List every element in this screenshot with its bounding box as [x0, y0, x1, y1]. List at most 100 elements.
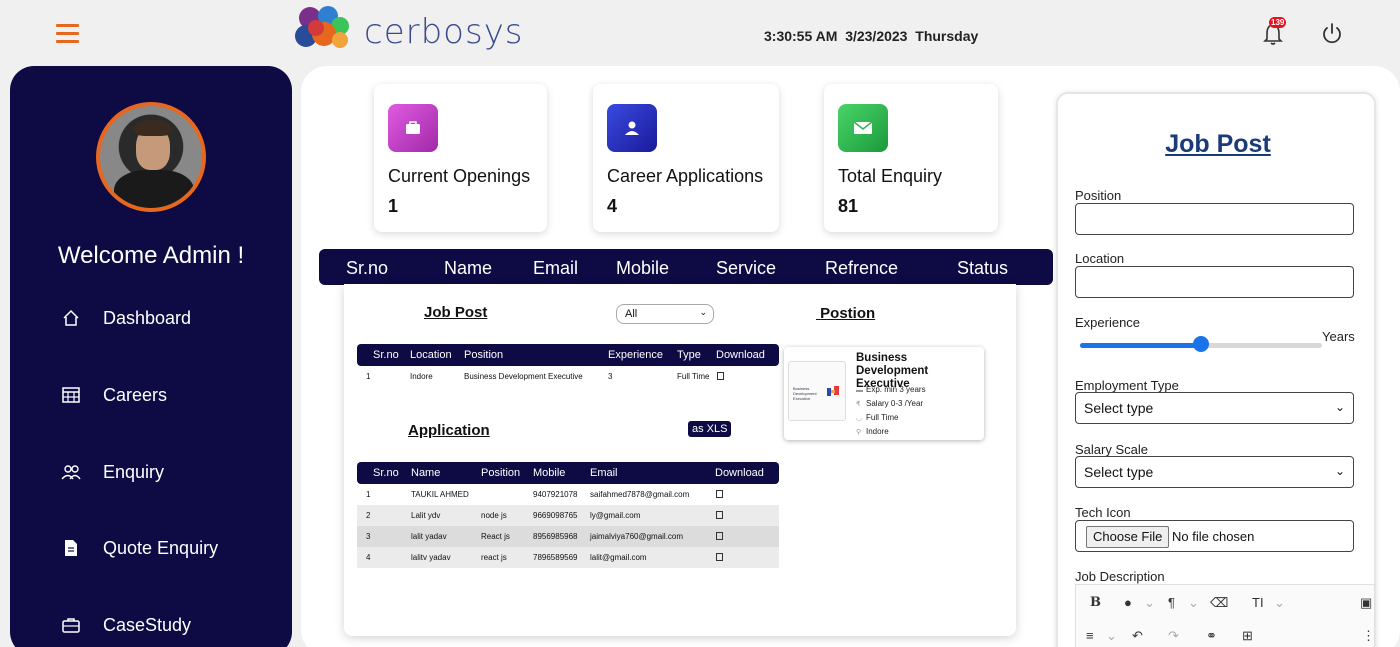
slider-thumb[interactable]: [1193, 336, 1209, 352]
thumbnail-text: Business Development Executive: [793, 386, 817, 401]
sidebar: Welcome Admin ! Dashboard Careers Enquir…: [10, 66, 292, 647]
table-icon: [60, 384, 82, 406]
chevron-down-icon[interactable]: ⌄: [1106, 628, 1117, 644]
stat-value: 4: [607, 196, 618, 216]
align-icon[interactable]: ≡: [1086, 628, 1094, 643]
column-header: Download: [715, 467, 764, 479]
cell-mobile: 8956985968: [533, 532, 578, 541]
job-post-form: Job Post Position Location Experience Ye…: [1056, 92, 1376, 647]
link-icon[interactable]: ⚭: [1206, 628, 1217, 644]
mail-icon: [838, 104, 888, 152]
position-input[interactable]: [1075, 203, 1354, 235]
column-header[interactable]: Mobile: [616, 258, 669, 279]
table-row[interactable]: 4 lalitv yadav react js 7896589569 lalit…: [357, 547, 779, 568]
table-row[interactable]: 1 TAUKIL AHMED 9407921078 saifahmed7878@…: [357, 484, 779, 505]
position-label: Position: [1075, 188, 1122, 203]
text-color-icon[interactable]: ●: [1124, 595, 1132, 610]
cell-position: react js: [481, 553, 507, 562]
bold-icon[interactable]: B: [1090, 595, 1101, 610]
download-icon[interactable]: [716, 511, 723, 519]
export-xls-button[interactable]: as XLS: [688, 421, 732, 437]
paragraph-icon[interactable]: ¶: [1168, 595, 1175, 610]
cell-position: node js: [481, 511, 507, 520]
sidebar-item-casestudy[interactable]: CaseStudy: [60, 610, 191, 640]
cell-location: Indore: [410, 372, 433, 381]
column-header[interactable]: Status: [957, 258, 1008, 279]
column-header[interactable]: Email: [533, 258, 578, 279]
tech-icon-file-input[interactable]: Choose File No file chosen: [1075, 520, 1354, 552]
column-header[interactable]: Sr.no: [346, 258, 388, 279]
table-row[interactable]: 2 Lalit ydv node js 9669098765 ly@gmail.…: [357, 505, 779, 526]
slider-fill: [1080, 343, 1201, 348]
sidebar-item-label: Careers: [103, 384, 168, 405]
home-icon: [60, 307, 82, 329]
avatar[interactable]: [96, 102, 206, 212]
type-text: Full Time: [866, 413, 899, 422]
column-header: Experience: [608, 349, 664, 361]
table-row[interactable]: 1 Indore Business Development Executive …: [357, 366, 779, 387]
column-header[interactable]: Name: [444, 258, 492, 279]
cell-name: Lalit ydv: [411, 511, 441, 520]
stat-label: Total Enquiry: [838, 166, 943, 186]
position-section-title[interactable]: Postion: [816, 305, 875, 322]
cell-name: lalit yadav: [411, 532, 447, 541]
column-header[interactable]: Refrence: [825, 258, 898, 279]
choose-file-button[interactable]: Choose File: [1086, 526, 1170, 548]
clock-time: 3:30:55 AM: [764, 28, 838, 44]
stat-card-applications[interactable]: Career Applications 4: [593, 84, 779, 232]
more-options-icon[interactable]: ⋮: [1362, 628, 1375, 644]
column-header[interactable]: Service: [716, 258, 776, 279]
rupee-icon: ₹: [856, 401, 861, 408]
chevron-down-icon[interactable]: ⌄: [1274, 595, 1285, 611]
column-header: Sr.no: [373, 467, 399, 479]
stat-value: 81: [838, 196, 859, 216]
user-icon: [607, 104, 657, 152]
position-thumbnail: Business Development Executive: [788, 361, 846, 421]
download-icon[interactable]: [716, 553, 723, 561]
stat-card-enquiry[interactable]: Total Enquiry 81: [824, 84, 998, 232]
download-icon[interactable]: [716, 532, 723, 540]
table-row[interactable]: 3 lalit yadav React js 8956985968 jaimal…: [357, 526, 779, 547]
chevron-down-icon[interactable]: ⌄: [1188, 595, 1199, 611]
chevron-down-icon[interactable]: ⌄: [1144, 595, 1155, 611]
salary-scale-select[interactable]: Select type ⌄: [1075, 456, 1354, 488]
download-icon[interactable]: [717, 372, 724, 380]
cell-name: lalitv yadav: [411, 553, 451, 562]
stat-label: Career Applications: [607, 166, 764, 186]
download-icon[interactable]: [716, 490, 723, 498]
location-input[interactable]: [1075, 266, 1354, 298]
application-section-title[interactable]: Application: [408, 422, 490, 439]
position-title-text: Postion: [820, 305, 876, 322]
column-header: Sr.no: [373, 349, 399, 361]
job-post-section-title[interactable]: Job Post: [424, 304, 487, 321]
briefcase-icon: [388, 104, 438, 152]
power-icon[interactable]: [1320, 22, 1344, 46]
sidebar-item-enquiry[interactable]: Enquiry: [60, 457, 164, 487]
table-icon[interactable]: ⊞: [1242, 628, 1253, 644]
undo-icon[interactable]: ↶: [1132, 628, 1143, 644]
chevron-down-icon: ⌄: [1334, 400, 1345, 414]
cell-sr: 1: [366, 490, 371, 499]
brand-logo[interactable]: cerbosys: [292, 4, 532, 54]
select-value: Select type: [1084, 464, 1154, 480]
sidebar-item-quote-enquiry[interactable]: Quote Enquiry: [60, 533, 218, 563]
employment-type-select[interactable]: Select type ⌄: [1075, 392, 1354, 424]
cell-mobile: 9407921078: [533, 490, 578, 499]
eraser-icon[interactable]: ⌫: [1210, 595, 1228, 611]
position-card[interactable]: Business Development Executive Business …: [784, 347, 984, 440]
chevron-down-icon: ⌄: [699, 307, 707, 317]
redo-icon[interactable]: ↷: [1168, 628, 1179, 644]
image-icon[interactable]: ▣: [1360, 595, 1372, 611]
filter-select[interactable]: All ⌄: [616, 304, 714, 324]
cell-sr: 4: [366, 553, 371, 562]
experience-unit: Years: [1322, 329, 1355, 344]
text-size-icon[interactable]: TI: [1252, 595, 1264, 610]
top-bar: cerbosys 3:30:55 AM 3/23/2023 Thursday 1…: [0, 0, 1400, 66]
menu-icon[interactable]: [56, 24, 79, 44]
stat-label: Current Openings: [388, 166, 531, 186]
sidebar-item-dashboard[interactable]: Dashboard: [60, 303, 191, 333]
stat-card-openings[interactable]: Current Openings 1: [374, 84, 547, 232]
form-title[interactable]: Job Post: [1058, 130, 1378, 159]
employment-type-label: Employment Type: [1075, 378, 1179, 393]
sidebar-item-careers[interactable]: Careers: [60, 380, 167, 410]
